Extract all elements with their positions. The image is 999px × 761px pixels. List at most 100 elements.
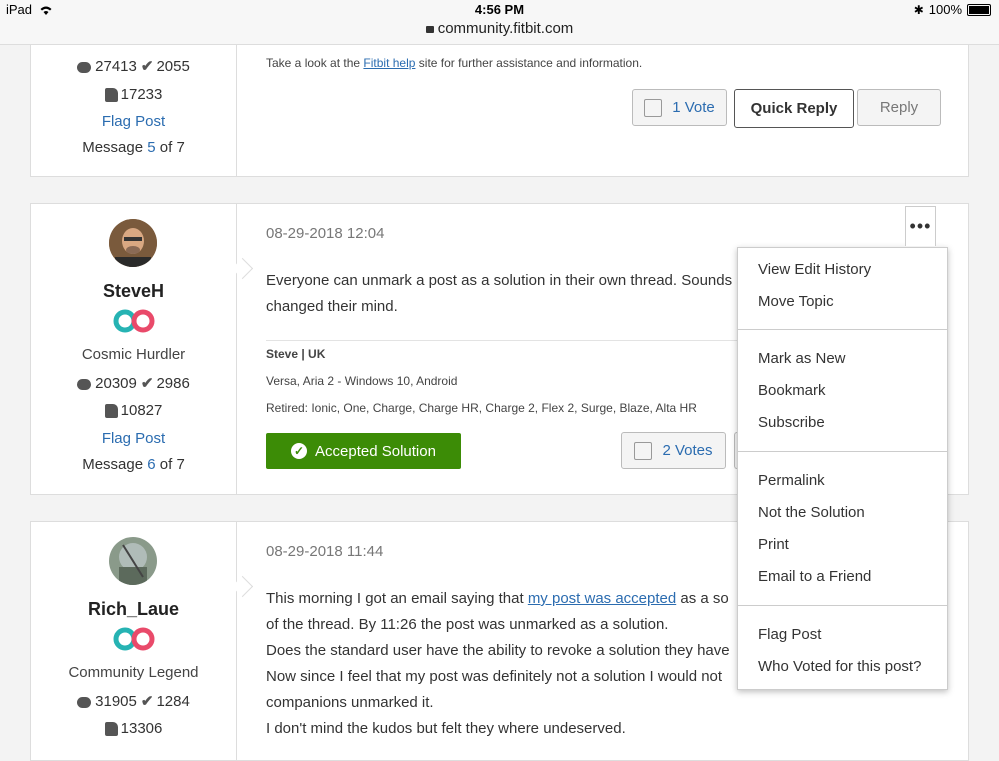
ios-status-bar: iPad 4:56 PM ✱ 100% community.fitbit.com xyxy=(0,0,999,45)
vote-count: 1 Vote xyxy=(672,99,715,116)
body-text-segment: as a so xyxy=(680,590,729,607)
url-text: community.fitbit.com xyxy=(437,20,574,37)
battery-icon xyxy=(967,3,991,16)
kudos-icon xyxy=(104,404,118,419)
bluetooth-icon: ✱ xyxy=(913,2,924,17)
menu-item-who-voted[interactable]: Who Voted for this post? xyxy=(758,658,921,675)
username[interactable]: SteveH xyxy=(31,281,236,302)
post-date: 08-29-2018 12:04 xyxy=(266,225,385,242)
kudos-icon xyxy=(104,722,118,737)
vote-button[interactable]: 2 Votes xyxy=(621,432,726,469)
username[interactable]: Rich_Laue xyxy=(31,599,236,620)
lock-icon xyxy=(425,26,434,33)
body-text-segment: This morning I got an email saying that xyxy=(266,590,524,607)
author-stats-row: 31905 ✔ 1284 xyxy=(31,692,236,710)
message-suffix: of 7 xyxy=(159,139,185,156)
kudos-count: 13306 xyxy=(120,720,163,737)
rank-label: Community Legend xyxy=(68,664,199,681)
signature-divider xyxy=(266,340,766,341)
menu-divider xyxy=(738,451,947,452)
messages-count: 31905 xyxy=(95,693,137,710)
kudos-row: 13306 xyxy=(31,720,236,737)
rank-icon xyxy=(113,627,155,651)
body-line: of the thread. By 11:26 the post was unm… xyxy=(266,616,669,633)
kudos-count: 10827 xyxy=(120,402,163,419)
signature-line: Versa, Aria 2 - Windows 10, Android xyxy=(266,374,458,388)
solutions-count: 2986 xyxy=(156,375,190,392)
menu-item-move-topic[interactable]: Move Topic xyxy=(758,293,834,310)
menu-item-permalink[interactable]: Permalink xyxy=(758,472,825,489)
messages-count: 20309 xyxy=(95,375,137,392)
body-line: Now since I feel that my post was defini… xyxy=(266,668,723,685)
author-panel: Rich_Laue Community Legend 31905 ✔ 1284 13… xyxy=(31,522,237,760)
kudos-icon xyxy=(104,88,118,103)
solutions-icon: ✔ xyxy=(140,375,154,392)
signature-name: Steve | UK xyxy=(266,347,326,361)
post-date: 08-29-2018 11:44 xyxy=(266,543,384,560)
solutions-count: 1284 xyxy=(156,693,190,710)
messages-icon xyxy=(77,696,92,708)
menu-item-print[interactable]: Print xyxy=(758,536,789,553)
body-line: Everyone can unmark a post as a solution… xyxy=(266,272,733,289)
menu-divider xyxy=(738,605,947,606)
flag-post-link[interactable]: Flag Post xyxy=(31,113,236,130)
fitbit-help-link[interactable]: Fitbit help xyxy=(363,56,415,70)
kudos-row: 17233 xyxy=(31,86,236,103)
post-body: Everyone can unmark a post as a solution… xyxy=(266,268,732,320)
message-prefix: Message xyxy=(82,139,144,156)
menu-item-flag-post[interactable]: Flag Post xyxy=(758,626,821,643)
rank-icon xyxy=(113,309,155,333)
address-bar[interactable]: community.fitbit.com xyxy=(0,20,999,37)
solutions-icon: ✔ xyxy=(140,58,154,75)
message-suffix: of 7 xyxy=(159,456,185,473)
messages-icon xyxy=(77,378,92,390)
body-line: Does the standard user have the ability … xyxy=(266,642,730,659)
body-line: I don't mind the kudos but felt they whe… xyxy=(266,720,626,737)
menu-divider xyxy=(738,329,947,330)
accepted-label: Accepted Solution xyxy=(315,442,436,460)
avatar[interactable] xyxy=(109,537,157,585)
menu-item-bookmark[interactable]: Bookmark xyxy=(758,382,826,399)
message-position: Message 5 of 7 xyxy=(31,139,236,156)
menu-item-subscribe[interactable]: Subscribe xyxy=(758,414,825,431)
accepted-solution-button[interactable]: ✓ Accepted Solution xyxy=(266,433,461,469)
message-position: Message 6 of 7 xyxy=(31,456,236,473)
signature-line: Retired: Ionic, One, Charge, Charge HR, … xyxy=(266,401,697,415)
post-options-menu: View Edit History Move Topic Mark as New… xyxy=(737,247,948,690)
menu-item-not-the-solution[interactable]: Not the Solution xyxy=(758,504,865,521)
battery-percent: 100% xyxy=(928,2,962,17)
body-line: This morning I got an email saying that … xyxy=(266,586,730,612)
menu-item-email-to-friend[interactable]: Email to a Friend xyxy=(758,568,871,585)
reply-button[interactable]: Reply xyxy=(857,89,941,126)
help-text-after: site for further assistance and informat… xyxy=(418,56,643,70)
thumbs-up-icon xyxy=(644,98,663,117)
avatar[interactable] xyxy=(109,219,157,267)
help-text: Take a look at the Fitbit help site for … xyxy=(266,56,642,70)
vote-button[interactable]: 1 Vote xyxy=(632,89,727,126)
menu-item-view-edit-history[interactable]: View Edit History xyxy=(758,261,871,278)
post-body: This morning I got an email saying that … xyxy=(266,586,730,742)
solutions-icon: ✔ xyxy=(140,693,154,710)
message-number-link[interactable]: 5 xyxy=(147,139,155,156)
check-circle-icon: ✓ xyxy=(291,443,308,459)
avatar-image xyxy=(109,537,157,585)
body-line: companions unmarked it. xyxy=(266,694,434,711)
rank-label: Cosmic Hurdler xyxy=(81,346,186,363)
accepted-post-link[interactable]: my post was accepted xyxy=(528,590,676,607)
avatar-image xyxy=(109,219,157,267)
quick-reply-button[interactable]: Quick Reply xyxy=(734,89,854,128)
message-prefix: Message xyxy=(82,456,144,473)
post-options-button[interactable]: ••• xyxy=(905,206,936,246)
author-stats-row: 20309 ✔ 2986 xyxy=(31,374,236,392)
solutions-count: 2055 xyxy=(156,58,190,75)
help-text-before: Take a look at the xyxy=(266,56,361,70)
author-panel: SteveH Cosmic Hurdler 20309 ✔ 2986 10827 F… xyxy=(31,204,237,494)
messages-count: 27413 xyxy=(95,58,137,75)
thumbs-up-icon xyxy=(634,441,653,460)
status-right: ✱ 100% xyxy=(914,2,991,17)
menu-item-mark-as-new[interactable]: Mark as New xyxy=(758,350,846,367)
author-stats-row: 27413 ✔ 2055 xyxy=(31,57,236,75)
message-number-link[interactable]: 6 xyxy=(147,456,155,473)
status-time: 4:56 PM xyxy=(474,2,525,17)
flag-post-link[interactable]: Flag Post xyxy=(31,430,236,447)
